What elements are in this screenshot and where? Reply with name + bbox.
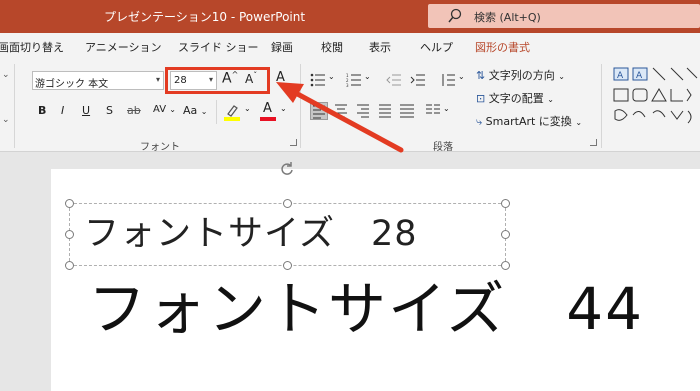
annotation-arrow-icon — [276, 82, 404, 153]
